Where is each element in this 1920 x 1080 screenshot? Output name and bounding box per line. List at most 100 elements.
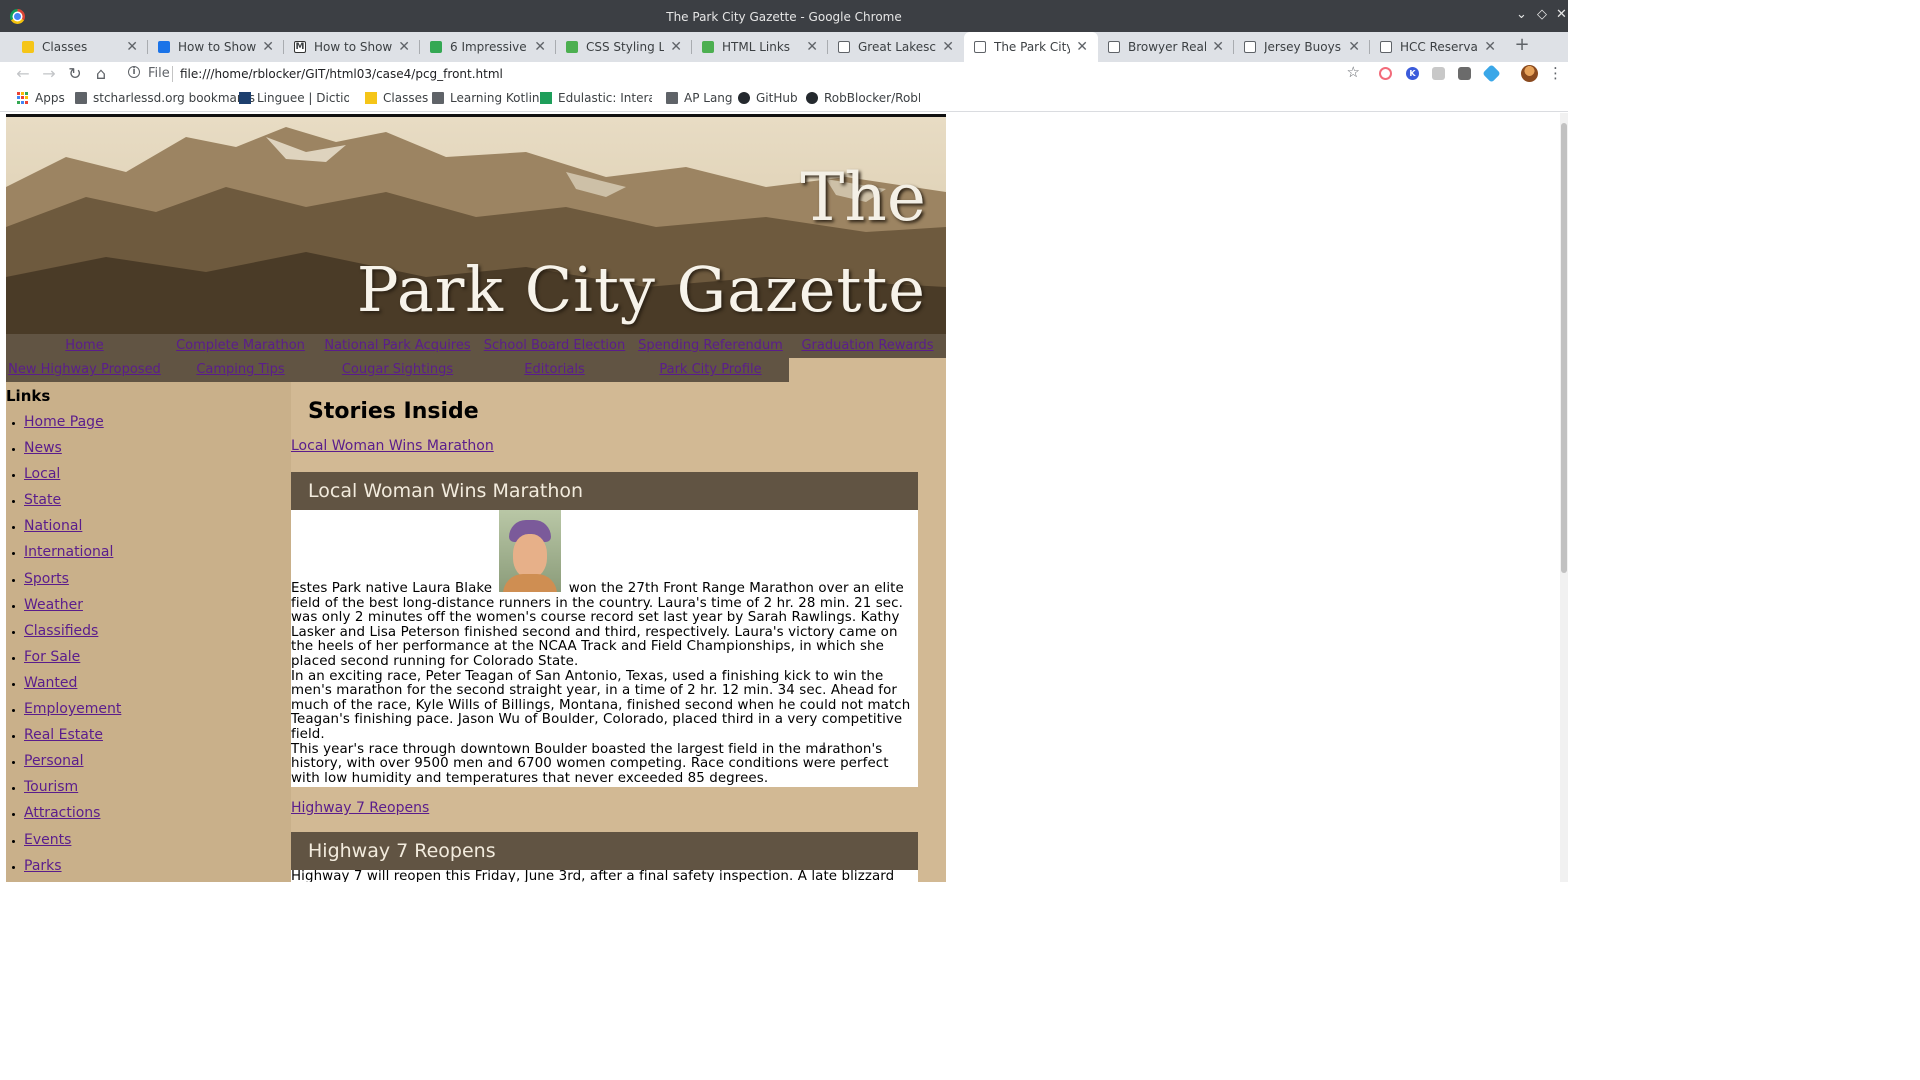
tab-hcc-reservation[interactable]: HCC Reservation ✕	[1370, 32, 1506, 62]
tab-great-lakescape[interactable]: Great Lakescape ✕	[828, 32, 964, 62]
sidebar-link-international[interactable]: International	[24, 544, 113, 560]
tab-close-icon[interactable]: ✕	[398, 39, 410, 55]
close-window-icon[interactable]: ✕	[1556, 7, 1567, 22]
bookmark-edulastic[interactable]: Edulastic: Interacti	[540, 91, 652, 105]
article-marathon: Local Woman Wins Marathon Estes Park nat…	[291, 472, 918, 787]
sidebar-link-parks[interactable]: Parks	[24, 858, 62, 874]
sidebar-link-events[interactable]: Events	[24, 832, 71, 848]
gazette-page: The Park City Gazette Home Complete Mara…	[6, 114, 946, 882]
bookmark-star-icon[interactable]: ☆	[1347, 63, 1360, 81]
tab-close-icon[interactable]: ✕	[806, 39, 818, 55]
tab-impressive-skills[interactable]: 6 Impressive Skil ✕	[420, 32, 556, 62]
bookmark-robblocker[interactable]: RobBlocker/RobBlo	[806, 91, 920, 105]
sidebar-item: Sports	[24, 566, 291, 592]
tab-css-styling-links[interactable]: CSS Styling Links ✕	[556, 32, 692, 62]
masthead-banner: The Park City Gazette	[6, 114, 946, 334]
top-nav: Home Complete Marathon National Park Acq…	[6, 334, 946, 382]
sidebar-item: Home Page	[24, 409, 291, 435]
bookmark-github[interactable]: GitHub	[738, 91, 798, 105]
extension-icon[interactable]	[1482, 64, 1501, 83]
nav-home[interactable]: Home	[6, 334, 163, 358]
w3schools-favicon-icon	[702, 41, 714, 53]
bookmark-stcharlessd[interactable]: stcharlessd.org bookmarks	[75, 91, 255, 105]
file-favicon-icon	[974, 41, 986, 53]
bookmark-classes[interactable]: Classes	[365, 91, 428, 105]
tab-how-to-showcase[interactable]: How to Showcase ✕	[148, 32, 284, 62]
home-icon[interactable]: ⌂	[91, 64, 111, 84]
sidebar-item: State	[24, 487, 291, 513]
w3schools-favicon-icon	[566, 41, 578, 53]
minimize-icon[interactable]: ⌄	[1516, 7, 1527, 22]
reload-icon[interactable]: ↻	[65, 64, 85, 84]
scrollbar-thumb[interactable]	[1561, 123, 1567, 573]
tab-close-icon[interactable]: ✕	[126, 39, 138, 55]
sidebar-link-local[interactable]: Local	[24, 466, 60, 482]
sidebar-link-state[interactable]: State	[24, 492, 61, 508]
sidebar-link-news[interactable]: News	[24, 440, 62, 456]
toc-link-marathon[interactable]: Local Woman Wins Marathon	[291, 438, 494, 454]
tab-close-icon[interactable]: ✕	[1212, 39, 1224, 55]
sidebar-link-weather[interactable]: Weather	[24, 597, 83, 613]
extension-icon[interactable]	[1432, 67, 1445, 80]
address-bar[interactable]: i File ☆	[120, 62, 1368, 86]
tab-close-icon[interactable]: ✕	[1076, 39, 1088, 55]
runner-photo	[499, 510, 562, 592]
stories-heading: Stories Inside	[308, 399, 479, 424]
nav-graduation-rewards[interactable]: Graduation Rewards	[789, 334, 946, 358]
extension-icon[interactable]	[1379, 67, 1392, 80]
sidebar-link-employement[interactable]: Employement	[24, 701, 121, 717]
window-title: The Park City Gazette - Google Chrome	[666, 10, 902, 24]
bookmark-linguee[interactable]: Linguee | Dictiona	[239, 91, 349, 105]
nav-cougar-sightings[interactable]: Cougar Sightings	[319, 358, 476, 382]
forward-arrow-icon[interactable]: →	[39, 64, 59, 84]
url-input[interactable]	[180, 64, 1330, 84]
tab-jersey-buoys[interactable]: Jersey Buoys Sun ✕	[1234, 32, 1370, 62]
tab-how-to-show[interactable]: M How to Show Yo ✕	[284, 32, 420, 62]
sidebar-link-tourism[interactable]: Tourism	[24, 779, 78, 795]
profile-avatar[interactable]	[1521, 65, 1538, 82]
bookmark-ap-lang[interactable]: AP Lang	[666, 91, 733, 105]
bookmark-learning-kotlin[interactable]: Learning Kotlin	[432, 91, 540, 105]
nav-new-highway-proposed[interactable]: New Highway Proposed	[6, 358, 163, 382]
site-info-icon[interactable]: i	[128, 66, 140, 78]
sidebar-link-personal[interactable]: Personal	[24, 753, 84, 769]
nav-editorials[interactable]: Editorials	[476, 358, 633, 382]
nav-camping-tips[interactable]: Camping Tips	[162, 358, 319, 382]
tab-browyer-realty[interactable]: Browyer Realty ✕	[1098, 32, 1234, 62]
github-icon	[738, 92, 750, 104]
tab-park-city-gazette[interactable]: The Park City Ga ✕	[964, 32, 1098, 62]
k-extension-icon[interactable]: K	[1406, 67, 1419, 80]
tab-classes[interactable]: Classes ✕	[12, 32, 148, 62]
chrome-menu-icon[interactable]: ⋮	[1548, 64, 1563, 82]
sidebar-link-sports[interactable]: Sports	[24, 571, 69, 587]
back-arrow-icon[interactable]: ←	[13, 64, 33, 84]
tab-close-icon[interactable]: ✕	[942, 39, 954, 55]
page-scrollbar[interactable]	[1560, 113, 1568, 882]
article-paragraph: This year's race through downtown Boulde…	[291, 741, 889, 786]
sidebar-link-for-sale[interactable]: For Sale	[24, 649, 80, 665]
tab-close-icon[interactable]: ✕	[1484, 39, 1496, 55]
sidebar-item: National	[24, 513, 291, 539]
nav-park-city-profile[interactable]: Park City Profile	[632, 358, 789, 382]
maximize-icon[interactable]: ◇	[1537, 7, 1547, 22]
sidebar-link-real-estate[interactable]: Real Estate	[24, 727, 103, 743]
tab-close-icon[interactable]: ✕	[1348, 39, 1360, 55]
window-title-bar: The Park City Gazette - Google Chrome ⌄ …	[0, 0, 1568, 32]
tab-close-icon[interactable]: ✕	[534, 39, 546, 55]
tab-close-icon[interactable]: ✕	[670, 39, 682, 55]
tab-close-icon[interactable]: ✕	[262, 39, 274, 55]
toc-link-highway[interactable]: Highway 7 Reopens	[291, 800, 429, 816]
nav-school-board-election[interactable]: School Board Election	[476, 334, 633, 358]
nav-spending-referendum[interactable]: Spending Referendum	[632, 334, 789, 358]
nav-complete-marathon[interactable]: Complete Marathon	[162, 334, 319, 358]
sidebar-link-national[interactable]: National	[24, 518, 82, 534]
sidebar-link-classifieds[interactable]: Classifieds	[24, 623, 98, 639]
nav-national-park-acquires[interactable]: National Park Acquires	[319, 334, 476, 358]
tab-html-links[interactable]: HTML Links ✕	[692, 32, 828, 62]
bookmark-apps[interactable]: Apps	[17, 91, 65, 105]
new-tab-plus-icon[interactable]: +	[1512, 32, 1532, 60]
sidebar-link-home-page[interactable]: Home Page	[24, 414, 104, 430]
extension-icon[interactable]	[1458, 67, 1471, 80]
sidebar-link-attractions[interactable]: Attractions	[24, 805, 100, 821]
sidebar-link-wanted[interactable]: Wanted	[24, 675, 77, 691]
